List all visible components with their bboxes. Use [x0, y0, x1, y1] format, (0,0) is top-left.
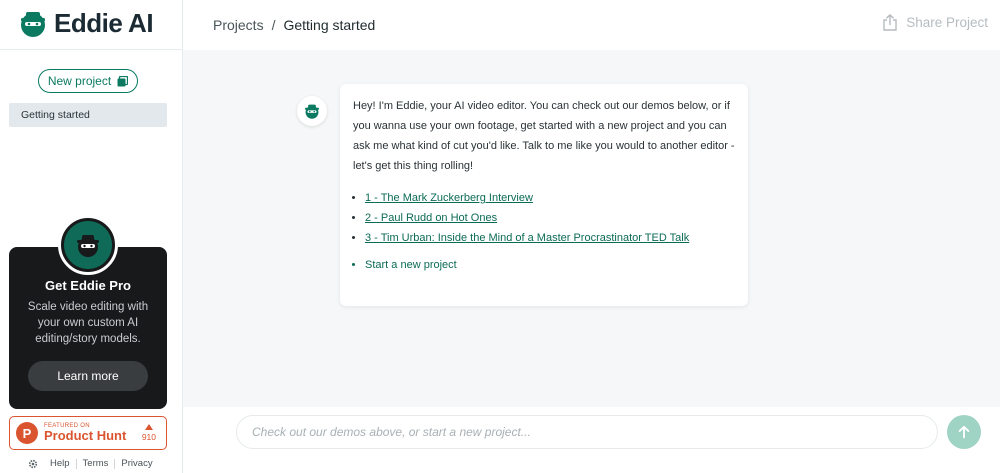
- learn-more-button[interactable]: Learn more: [28, 361, 148, 391]
- pro-avatar: [58, 215, 118, 275]
- start-new-project-link[interactable]: Start a new project: [365, 255, 736, 275]
- chat-input[interactable]: [237, 416, 937, 448]
- footer-divider: [75, 458, 77, 469]
- breadcrumb-separator: /: [271, 17, 276, 33]
- help-link[interactable]: Help: [50, 458, 70, 469]
- gear-icon[interactable]: [28, 459, 38, 469]
- share-project-button[interactable]: Share Project: [882, 14, 988, 31]
- send-button[interactable]: [947, 415, 981, 449]
- sidebar-item-getting-started[interactable]: Getting started: [9, 103, 167, 127]
- demo-link-paul-rudd[interactable]: 2 - Paul Rudd on Hot Ones: [365, 212, 497, 224]
- share-label: Share Project: [906, 15, 988, 30]
- sidebar: Eddie AI New project Getting started Get…: [0, 0, 183, 473]
- breadcrumb-projects[interactable]: Projects: [213, 17, 264, 33]
- list-item: 2 - Paul Rudd on Hot Ones: [365, 208, 736, 228]
- arrow-up-icon: [958, 425, 970, 439]
- demo-link-tim-urban[interactable]: 3 - Tim Urban: Inside the Mind of a Mast…: [365, 232, 689, 244]
- privacy-link[interactable]: Privacy: [121, 458, 152, 469]
- terms-link[interactable]: Terms: [83, 458, 109, 469]
- pro-card: Get Eddie Pro Scale video editing with y…: [9, 215, 167, 409]
- pro-title: Get Eddie Pro: [45, 278, 131, 293]
- breadcrumb-current: Getting started: [283, 17, 376, 33]
- breadcrumb: Projects / Getting started: [213, 17, 375, 33]
- new-project-label: New project: [47, 74, 112, 88]
- message-text: Hey! I'm Eddie, your AI video editor. Yo…: [353, 100, 735, 172]
- product-hunt-badge[interactable]: P FEATURED ON Product Hunt 910: [9, 416, 167, 450]
- list-item: 1 - The Mark Zuckerberg Interview: [365, 188, 736, 208]
- brand[interactable]: Eddie AI: [18, 7, 154, 38]
- eddie-avatar-icon: [77, 235, 99, 257]
- list-item: 3 - Tim Urban: Inside the Mind of a Mast…: [365, 228, 736, 248]
- new-project-icon: [117, 75, 129, 86]
- assistant-message: Hey! I'm Eddie, your AI video editor. Yo…: [340, 84, 748, 306]
- demo-link-zuckerberg[interactable]: 1 - The Mark Zuckerberg Interview: [365, 192, 533, 204]
- ph-name: Product Hunt: [44, 428, 127, 443]
- sidebar-footer: Help Terms Privacy: [28, 458, 153, 469]
- chat-input-container: [236, 415, 938, 449]
- footer-divider: [114, 458, 116, 469]
- ph-votes: 910: [142, 424, 156, 442]
- upvote-triangle-icon: [144, 424, 153, 430]
- pro-description: Scale video editing with your own custom…: [27, 301, 149, 345]
- project-label: Getting started: [21, 109, 90, 121]
- share-icon: [883, 14, 897, 31]
- brand-name: Eddie AI: [54, 7, 154, 38]
- start-list: Start a new project: [353, 255, 736, 275]
- ph-vote-count: 910: [141, 432, 156, 442]
- eddie-avatar: [297, 96, 327, 126]
- sidebar-divider: [0, 49, 182, 50]
- eddie-avatar-icon: [304, 104, 320, 119]
- eddie-logo-icon: [21, 12, 45, 37]
- demo-list: 1 - The Mark Zuckerberg Interview 2 - Pa…: [353, 188, 736, 248]
- new-project-button[interactable]: New project: [38, 69, 138, 93]
- product-hunt-logo-icon: P: [16, 422, 38, 444]
